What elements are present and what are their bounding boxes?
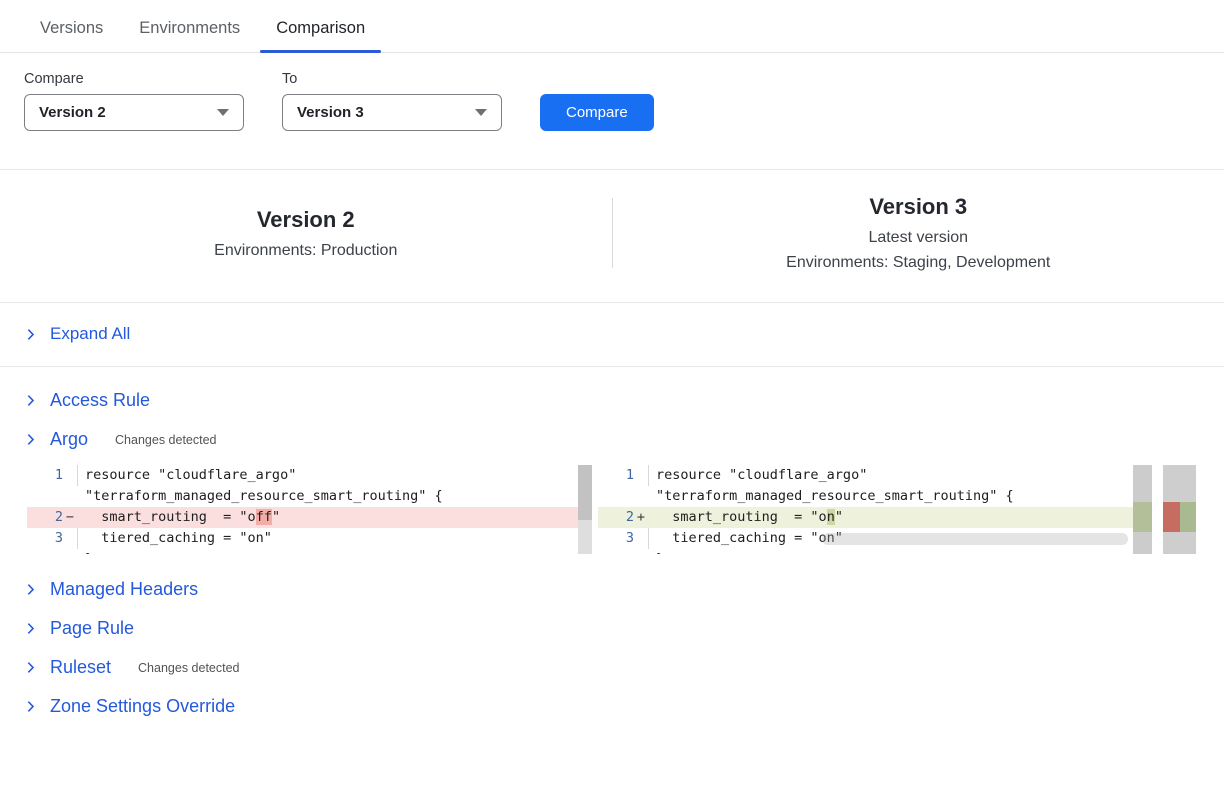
version-right-subtitle: Latest version (613, 229, 1224, 247)
minimap-removed-marker (1163, 502, 1180, 532)
comparison-page: VersionsEnvironmentsComparison Compare V… (0, 0, 1224, 788)
diff-sign (634, 528, 648, 549)
section-row-managed-headers[interactable]: Managed Headers (0, 570, 222, 609)
chevron-down-icon (475, 109, 487, 116)
section-label: Ruleset (50, 657, 111, 678)
version-left-header: Version 2 Environments: Production (0, 207, 612, 260)
chevron-right-icon (24, 394, 37, 407)
chevron-right-icon (24, 700, 37, 713)
section-row-page-rule[interactable]: Page Rule (0, 609, 158, 648)
section-row-access-rule[interactable]: Access Rule (0, 381, 174, 420)
code-text: smart_routing = "on" (648, 507, 1152, 528)
compare-from-field: Compare Version 2 (24, 71, 244, 131)
section-label: Argo (50, 429, 88, 450)
tab-bar: VersionsEnvironmentsComparison (0, 0, 1224, 53)
diff-sign: + (634, 507, 648, 528)
diff-row: } (27, 549, 592, 554)
diff-row-1: 1 resource "cloudflare_argo" (27, 465, 592, 486)
code-text: } (648, 549, 1152, 554)
section-list: Access Rule Argo Changes detected 1 resource… (0, 367, 1224, 726)
line-number: 3 (27, 528, 63, 549)
diff-pane-left: 1 resource "cloudflare_argo""terraform_ma… (27, 465, 592, 554)
expand-all-button[interactable]: Expand All (0, 303, 1224, 367)
diff-pane-right: 1 resource "cloudflare_argo""terraform_ma… (598, 465, 1152, 554)
tab-versions[interactable]: Versions (24, 13, 119, 52)
chevron-down-icon (217, 109, 229, 116)
compare-button[interactable]: Compare (540, 94, 654, 131)
compare-to-value: Version 3 (297, 104, 364, 121)
compare-from-label: Compare (24, 71, 244, 87)
section-label: Zone Settings Override (50, 696, 235, 717)
diff-row-2: 2− smart_routing = "off" (27, 507, 592, 528)
chevron-right-icon (24, 433, 37, 446)
line-number (27, 486, 63, 507)
line-number: 2 (27, 507, 63, 528)
version-right-environments: Environments: Staging, Development (613, 254, 1224, 272)
line-number: 3 (598, 528, 634, 549)
scrollbar-added-marker (1133, 502, 1152, 532)
tab-environments[interactable]: Environments (123, 13, 256, 52)
line-number: 1 (27, 465, 63, 486)
code-text: smart_routing = "off" (77, 507, 592, 528)
diff-row: } (598, 549, 1152, 554)
diff-sign (634, 549, 648, 554)
diff-row-1: 1 resource "cloudflare_argo" (598, 465, 1152, 486)
version-left-title: Version 2 (0, 207, 612, 233)
chevron-right-icon (24, 661, 37, 674)
tab-comparison[interactable]: Comparison (260, 13, 381, 52)
line-number (598, 549, 634, 554)
diff-row-3: 3 tiered_caching = "on" (27, 528, 592, 549)
line-number (27, 549, 63, 554)
code-text: resource "cloudflare_argo" (77, 465, 592, 486)
diff-sign (634, 486, 648, 507)
diff-sign: − (63, 507, 77, 528)
compare-to-field: To Version 3 (282, 71, 502, 131)
minimap-added-marker (1180, 502, 1197, 532)
section-row-zone-settings-override[interactable]: Zone Settings Override (0, 687, 259, 726)
code-text: "terraform_managed_resource_smart_routin… (77, 486, 592, 507)
minimap-change-marker (1163, 502, 1196, 532)
chevron-right-icon (24, 622, 37, 635)
compare-to-select[interactable]: Version 3 (282, 94, 502, 131)
line-number: 1 (598, 465, 634, 486)
chevron-right-icon (24, 328, 37, 341)
code-text: tiered_caching = "on" (77, 528, 592, 549)
section-label: Access Rule (50, 390, 150, 411)
version-right-header: Version 3 Latest version Environments: S… (613, 194, 1224, 272)
right-pane-scrollbar[interactable] (1133, 465, 1152, 554)
chevron-right-icon (24, 583, 37, 596)
line-number (598, 486, 634, 507)
section-row-ruleset[interactable]: Ruleset Changes detected (0, 648, 264, 687)
diff-sign (634, 465, 648, 486)
code-text: } (77, 549, 592, 554)
version-headers: Version 2 Environments: Production Versi… (0, 169, 1224, 303)
section-label: Page Rule (50, 618, 134, 639)
changes-detected-badge: Changes detected (138, 661, 239, 675)
compare-to-label: To (282, 71, 502, 87)
changes-detected-badge: Changes detected (115, 433, 216, 447)
code-text: resource "cloudflare_argo" (648, 465, 1152, 486)
diff-minimap[interactable] (1163, 465, 1196, 554)
compare-from-value: Version 2 (39, 104, 106, 121)
diff-sign (63, 486, 77, 507)
line-number: 2 (598, 507, 634, 528)
diff-row-2: 2+ smart_routing = "on" (598, 507, 1152, 528)
horizontal-scrollbar[interactable] (822, 533, 1128, 545)
left-pane-scrollbar[interactable] (578, 465, 592, 554)
expand-all-label: Expand All (50, 324, 130, 344)
diff-row: "terraform_managed_resource_smart_routin… (27, 486, 592, 507)
diff-row: "terraform_managed_resource_smart_routin… (598, 486, 1152, 507)
diff-sign (63, 465, 77, 486)
diff-sign (63, 528, 77, 549)
version-left-environments: Environments: Production (0, 242, 612, 260)
scrollbar-thumb[interactable] (578, 465, 592, 520)
compare-from-select[interactable]: Version 2 (24, 94, 244, 131)
argo-diff-view: 1resource "cloudflare_argo""terraform_ma… (27, 465, 1224, 554)
diff-sign (63, 549, 77, 554)
version-right-title: Version 3 (613, 194, 1224, 220)
code-text: "terraform_managed_resource_smart_routin… (648, 486, 1152, 507)
section-row-argo[interactable]: Argo Changes detected (0, 420, 241, 459)
section-label: Managed Headers (50, 579, 198, 600)
compare-controls: Compare Version 2 To Version 3 Compare (0, 53, 1224, 131)
